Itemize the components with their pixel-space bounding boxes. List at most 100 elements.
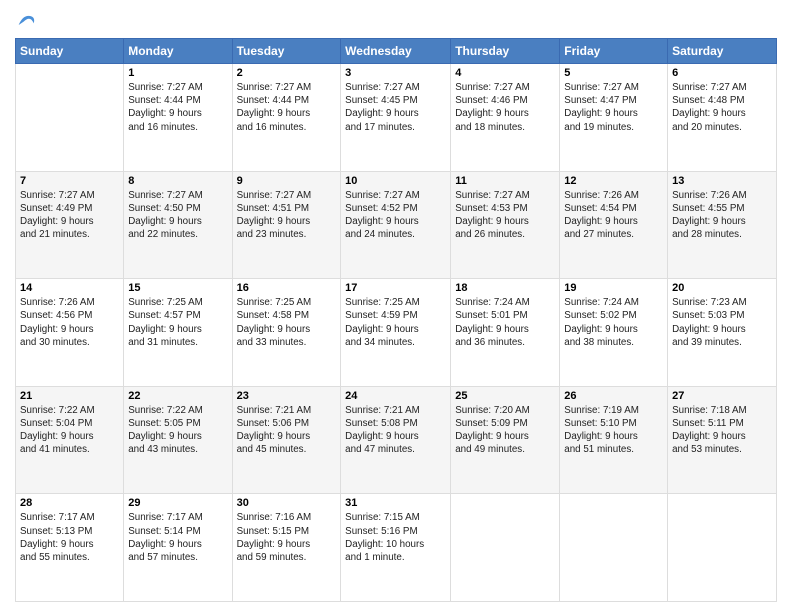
day-cell: 18Sunrise: 7:24 AM Sunset: 5:01 PM Dayli… [451,279,560,387]
day-info: Sunrise: 7:19 AM Sunset: 5:10 PM Dayligh… [564,404,663,457]
day-info: Sunrise: 7:24 AM Sunset: 5:02 PM Dayligh… [564,296,663,349]
day-cell: 2 Sunrise: 7:27 AM Sunset: 4:44 PM Daylig… [232,64,341,172]
day-number: 15 [128,282,227,294]
header [15,10,777,30]
day-info: Sunrise: 7:17 AM Sunset: 5:14 PM Dayligh… [128,511,227,564]
day-number: 7 [20,175,119,187]
day-info: Sunrise: 7:26 AM Sunset: 4:54 PM Dayligh… [564,189,663,242]
logo-icon [17,10,37,30]
day-number: 10 [345,175,446,187]
day-cell: 8 Sunrise: 7:27 AM Sunset: 4:50 PM Daylig… [124,171,232,279]
day-cell: 27 Sunrise: 7:18 AM Sunset: 5:11 PM Dayli… [668,386,777,494]
day-cell: 3 Sunrise: 7:27 AM Sunset: 4:45 PM Daylig… [341,64,451,172]
day-info: Sunrise: 7:24 AM Sunset: 5:01 PM Dayligh… [455,296,555,349]
day-number: 21 [20,390,119,402]
day-cell: 24 Sunrise: 7:21 AM Sunset: 5:08 PM Dayli… [341,386,451,494]
day-info: Sunrise: 7:18 AM Sunset: 5:11 PM Dayligh… [672,404,772,457]
col-header-tuesday: Tuesday [232,39,341,64]
logo [15,10,37,30]
day-cell: 6 Sunrise: 7:27 AM Sunset: 4:48 PM Daylig… [668,64,777,172]
day-info: Sunrise: 7:26 AM Sunset: 4:55 PM Dayligh… [672,189,772,242]
day-cell: 14 Sunrise: 7:26 AM Sunset: 4:56 PM Dayli… [16,279,124,387]
day-number: 23 [237,390,337,402]
day-cell: 30 Sunrise: 7:16 AM Sunset: 5:15 PM Dayli… [232,494,341,602]
day-cell: 9Sunrise: 7:27 AM Sunset: 4:51 PM Daylig… [232,171,341,279]
day-cell: 22 Sunrise: 7:22 AM Sunset: 5:05 PM Dayli… [124,386,232,494]
day-number: 24 [345,390,446,402]
day-info: Sunrise: 7:27 AM Sunset: 4:49 PM Dayligh… [20,189,119,242]
day-cell: 21 Sunrise: 7:22 AM Sunset: 5:04 PM Dayli… [16,386,124,494]
day-info: Sunrise: 7:27 AM Sunset: 4:51 PM Dayligh… [237,189,337,242]
day-number: 3 [345,67,446,79]
week-row-2: 7 Sunrise: 7:27 AM Sunset: 4:49 PM Daylig… [16,171,777,279]
day-info: Sunrise: 7:27 AM Sunset: 4:50 PM Dayligh… [128,189,227,242]
day-info: Sunrise: 7:16 AM Sunset: 5:15 PM Dayligh… [237,511,337,564]
page: SundayMondayTuesdayWednesdayThursdayFrid… [0,0,792,612]
day-info: Sunrise: 7:27 AM Sunset: 4:47 PM Dayligh… [564,81,663,134]
day-cell: 5Sunrise: 7:27 AM Sunset: 4:47 PM Daylig… [560,64,668,172]
calendar-table: SundayMondayTuesdayWednesdayThursdayFrid… [15,38,777,602]
day-cell: 28Sunrise: 7:17 AM Sunset: 5:13 PM Dayli… [16,494,124,602]
day-cell: 15 Sunrise: 7:25 AM Sunset: 4:57 PM Dayli… [124,279,232,387]
day-number: 2 [237,67,337,79]
day-cell: 16Sunrise: 7:25 AM Sunset: 4:58 PM Dayli… [232,279,341,387]
day-number: 25 [455,390,555,402]
day-info: Sunrise: 7:22 AM Sunset: 5:04 PM Dayligh… [20,404,119,457]
day-info: Sunrise: 7:27 AM Sunset: 4:46 PM Dayligh… [455,81,555,134]
day-number: 27 [672,390,772,402]
col-header-wednesday: Wednesday [341,39,451,64]
day-info: Sunrise: 7:22 AM Sunset: 5:05 PM Dayligh… [128,404,227,457]
day-number: 12 [564,175,663,187]
week-row-1: 1 Sunrise: 7:27 AM Sunset: 4:44 PM Daylig… [16,64,777,172]
day-number: 14 [20,282,119,294]
day-number: 8 [128,175,227,187]
col-header-saturday: Saturday [668,39,777,64]
day-cell: 4 Sunrise: 7:27 AM Sunset: 4:46 PM Daylig… [451,64,560,172]
day-info: Sunrise: 7:27 AM Sunset: 4:48 PM Dayligh… [672,81,772,134]
day-number: 26 [564,390,663,402]
day-cell: 26 Sunrise: 7:19 AM Sunset: 5:10 PM Dayli… [560,386,668,494]
day-info: Sunrise: 7:27 AM Sunset: 4:45 PM Dayligh… [345,81,446,134]
day-info: Sunrise: 7:27 AM Sunset: 4:53 PM Dayligh… [455,189,555,242]
day-info: Sunrise: 7:21 AM Sunset: 5:08 PM Dayligh… [345,404,446,457]
col-header-sunday: Sunday [16,39,124,64]
day-info: Sunrise: 7:27 AM Sunset: 4:44 PM Dayligh… [237,81,337,134]
day-cell: 31Sunrise: 7:15 AM Sunset: 5:16 PM Dayli… [341,494,451,602]
col-header-friday: Friday [560,39,668,64]
day-number: 17 [345,282,446,294]
day-info: Sunrise: 7:23 AM Sunset: 5:03 PM Dayligh… [672,296,772,349]
day-cell: 10 Sunrise: 7:27 AM Sunset: 4:52 PM Dayli… [341,171,451,279]
day-number: 19 [564,282,663,294]
day-number: 20 [672,282,772,294]
day-number: 6 [672,67,772,79]
day-cell: 23Sunrise: 7:21 AM Sunset: 5:06 PM Dayli… [232,386,341,494]
day-cell: 1 Sunrise: 7:27 AM Sunset: 4:44 PM Daylig… [124,64,232,172]
day-number: 1 [128,67,227,79]
day-cell: 7 Sunrise: 7:27 AM Sunset: 4:49 PM Daylig… [16,171,124,279]
day-cell: 29 Sunrise: 7:17 AM Sunset: 5:14 PM Dayli… [124,494,232,602]
day-cell: 11 Sunrise: 7:27 AM Sunset: 4:53 PM Dayli… [451,171,560,279]
day-info: Sunrise: 7:26 AM Sunset: 4:56 PM Dayligh… [20,296,119,349]
day-cell: 13 Sunrise: 7:26 AM Sunset: 4:55 PM Dayli… [668,171,777,279]
day-info: Sunrise: 7:25 AM Sunset: 4:59 PM Dayligh… [345,296,446,349]
day-cell [451,494,560,602]
day-info: Sunrise: 7:20 AM Sunset: 5:09 PM Dayligh… [455,404,555,457]
day-cell [16,64,124,172]
day-number: 4 [455,67,555,79]
day-cell: 12 Sunrise: 7:26 AM Sunset: 4:54 PM Dayli… [560,171,668,279]
day-cell: 25 Sunrise: 7:20 AM Sunset: 5:09 PM Dayli… [451,386,560,494]
day-number: 11 [455,175,555,187]
day-number: 29 [128,497,227,509]
day-info: Sunrise: 7:17 AM Sunset: 5:13 PM Dayligh… [20,511,119,564]
day-number: 30 [237,497,337,509]
day-number: 22 [128,390,227,402]
day-number: 13 [672,175,772,187]
day-info: Sunrise: 7:25 AM Sunset: 4:58 PM Dayligh… [237,296,337,349]
day-cell [668,494,777,602]
day-info: Sunrise: 7:15 AM Sunset: 5:16 PM Dayligh… [345,511,446,564]
col-header-monday: Monday [124,39,232,64]
day-info: Sunrise: 7:25 AM Sunset: 4:57 PM Dayligh… [128,296,227,349]
day-info: Sunrise: 7:27 AM Sunset: 4:52 PM Dayligh… [345,189,446,242]
day-info: Sunrise: 7:27 AM Sunset: 4:44 PM Dayligh… [128,81,227,134]
week-row-5: 28Sunrise: 7:17 AM Sunset: 5:13 PM Dayli… [16,494,777,602]
